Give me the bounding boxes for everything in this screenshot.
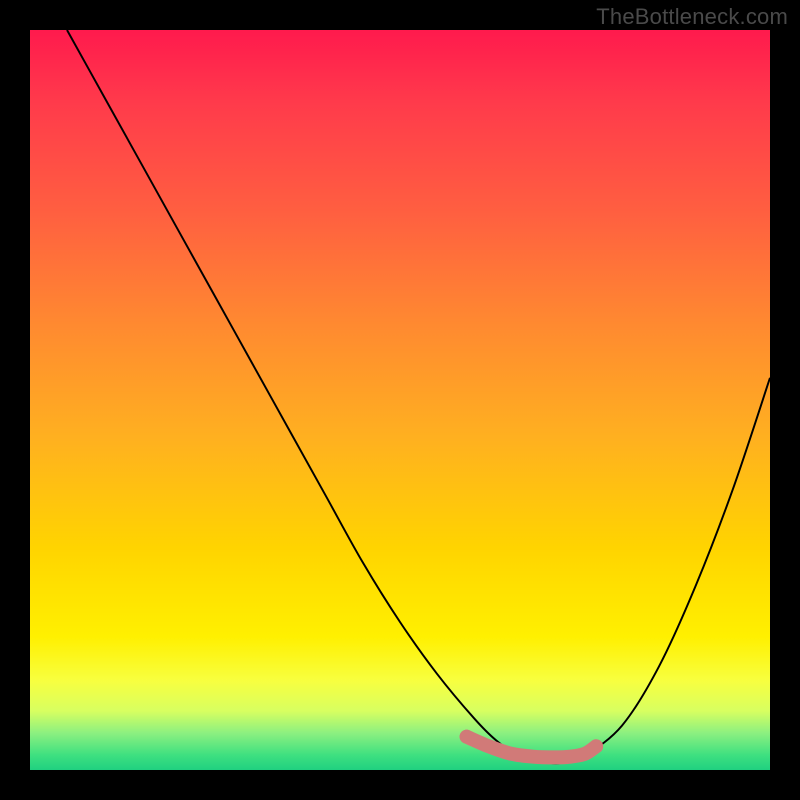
chart-frame: TheBottleneck.com (0, 0, 800, 800)
watermark-label: TheBottleneck.com (596, 4, 788, 30)
curve-layer (30, 30, 770, 770)
optimal-highlight (460, 730, 603, 758)
bottleneck-curve (67, 30, 770, 764)
